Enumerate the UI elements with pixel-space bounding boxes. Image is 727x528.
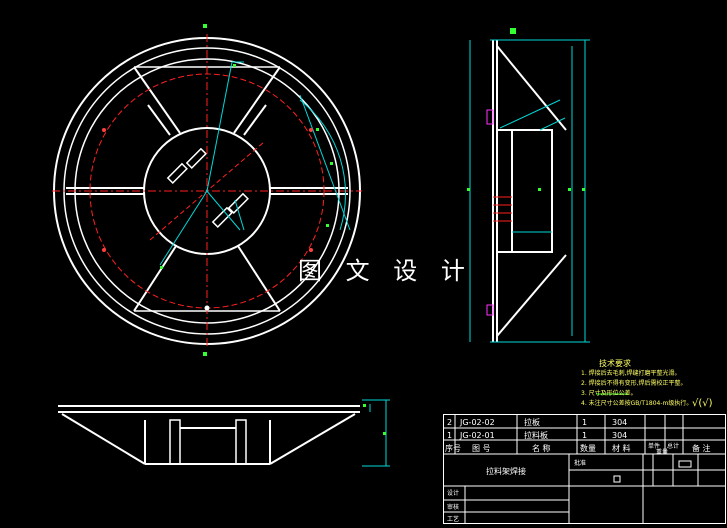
bom-name: 拉料板: [524, 431, 548, 440]
plan-bolt-holes: [102, 128, 313, 311]
bom-material: 304: [612, 431, 628, 440]
bom-header-total-weight: 总计: [667, 443, 680, 450]
drawing-title: 拉料架焊接: [486, 467, 526, 476]
bom-header-remark: 备 注: [692, 444, 711, 453]
bom-seq: 2: [447, 418, 453, 427]
bom-material: 304: [612, 418, 628, 427]
title-block: 2 JG-02-02 拉板 1 304 1 JG-02-01 拉料板 1 304…: [443, 414, 726, 524]
bom-header-weight: 重量: [656, 449, 669, 456]
bom-header-code: 图 号: [472, 444, 491, 453]
bom-seq: 1: [447, 431, 453, 440]
bom-qty: 1: [582, 418, 588, 427]
bom-code: JG-02-01: [460, 431, 495, 440]
front-view: [58, 405, 360, 465]
tech-requirement-4: 4. 未注尺寸公差按GB/T1804-m级执行。: [581, 400, 693, 407]
tech-requirement-2: 2. 焊接后不得有变形,焊后需校正平整。: [581, 380, 687, 387]
watermark: 图 文 设 计: [298, 257, 473, 285]
bom-code: JG-02-02: [460, 418, 495, 427]
signoff-approve: 批准: [574, 460, 587, 467]
signoff-design: 设计: [447, 490, 460, 497]
signoff-review: 审核: [447, 504, 460, 511]
side-markers: [467, 28, 585, 316]
bom-qty: 1: [582, 431, 588, 440]
bom-header-qty: 数量: [580, 444, 596, 453]
signoff-process: 工艺: [447, 516, 460, 523]
side-view: [492, 40, 567, 342]
bom-header-seq: 序号: [445, 444, 461, 453]
tech-requirement-3: 3. 尺寸及形位公差。: [581, 390, 637, 397]
tech-requirement-1: 1. 焊接后去毛刺,焊缝打磨平整光滑。: [581, 370, 681, 377]
bom-name: 拉板: [524, 418, 540, 427]
bom-header-material: 材 料: [612, 444, 631, 453]
roughness-symbol: √(√): [692, 398, 713, 409]
plan-dimensions: [159, 61, 351, 266]
bom-header-name: 名 称: [532, 444, 551, 453]
